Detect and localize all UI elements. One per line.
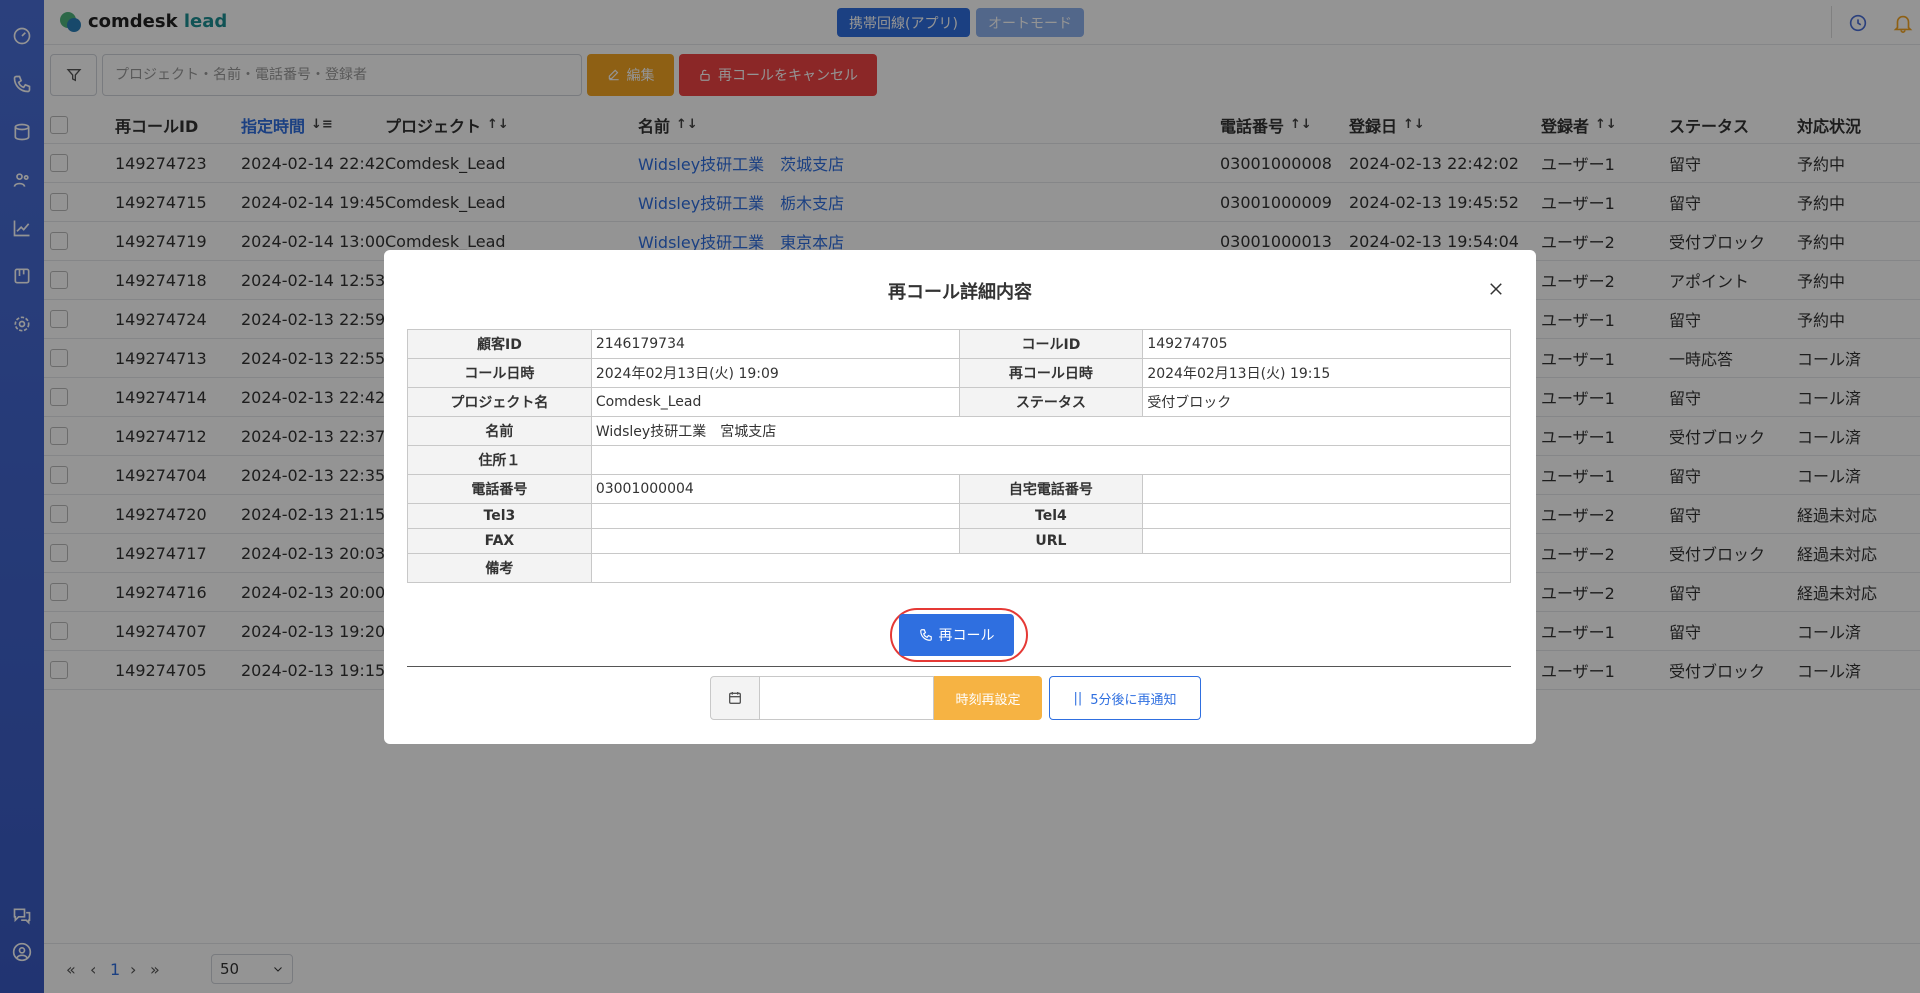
tel3-value (590, 503, 960, 529)
phone-label: 電話番号 (407, 474, 592, 504)
name-label: 名前 (407, 416, 592, 446)
call-id-label: コールID (958, 329, 1144, 359)
reset-time-button[interactable]: 時刻再設定 (934, 676, 1042, 720)
fax-value (590, 528, 960, 554)
reschedule-group: 時刻再設定 (710, 676, 1042, 720)
address-label: 住所１ (407, 445, 592, 475)
reschedule-datetime-input[interactable] (760, 676, 934, 720)
recall-detail-modal: 再コール詳細内容 顧客ID 2146179734 コールID 149274705… (384, 250, 1536, 744)
note-label: 備考 (407, 553, 592, 583)
url-value (1142, 528, 1511, 554)
snooze-label: 5分後に再通知 (1090, 692, 1177, 708)
name-value: Widsley技研工業 宮城支店 (590, 416, 1512, 446)
tel4-value (1142, 503, 1511, 529)
phone-icon (919, 629, 932, 641)
modal-title: 再コール詳細内容 (888, 282, 1032, 303)
calendar-button[interactable] (710, 676, 760, 720)
customer-id-label: 顧客ID (407, 329, 592, 359)
call-datetime-label: コール日時 (407, 358, 592, 388)
call-datetime-value: 2024年02月13日(火) 19:09 (590, 358, 960, 388)
tel4-label: Tel4 (958, 503, 1144, 529)
phone-value: 03001000004 (590, 474, 960, 504)
tel3-label: Tel3 (407, 503, 592, 529)
fax-label: FAX (407, 528, 592, 554)
recall-label: 再コール (938, 628, 995, 644)
close-icon[interactable] (1487, 280, 1505, 298)
address-value (590, 445, 1512, 475)
project-value: Comdesk_Lead (590, 387, 960, 417)
detail-table: 顧客ID 2146179734 コールID 149274705 コール日時 20… (407, 329, 1512, 583)
pause-icon: || (1073, 690, 1083, 706)
recall-datetime-label: 再コール日時 (958, 358, 1144, 388)
home-phone-label: 自宅電話番号 (958, 474, 1144, 504)
note-value (590, 553, 1512, 583)
project-label: プロジェクト名 (407, 387, 592, 417)
url-label: URL (958, 528, 1144, 554)
calendar-icon (729, 692, 741, 704)
call-id-value: 149274705 (1142, 329, 1511, 359)
customer-id-value: 2146179734 (590, 329, 960, 359)
recall-button[interactable]: 再コール (899, 614, 1014, 656)
home-phone-value (1142, 474, 1511, 504)
status-value: 受付ブロック (1142, 387, 1511, 417)
snooze-5min-button[interactable]: || 5分後に再通知 (1049, 676, 1201, 720)
status-label: ステータス (958, 387, 1144, 417)
modal-divider (407, 666, 1511, 667)
recall-datetime-value: 2024年02月13日(火) 19:15 (1142, 358, 1511, 388)
